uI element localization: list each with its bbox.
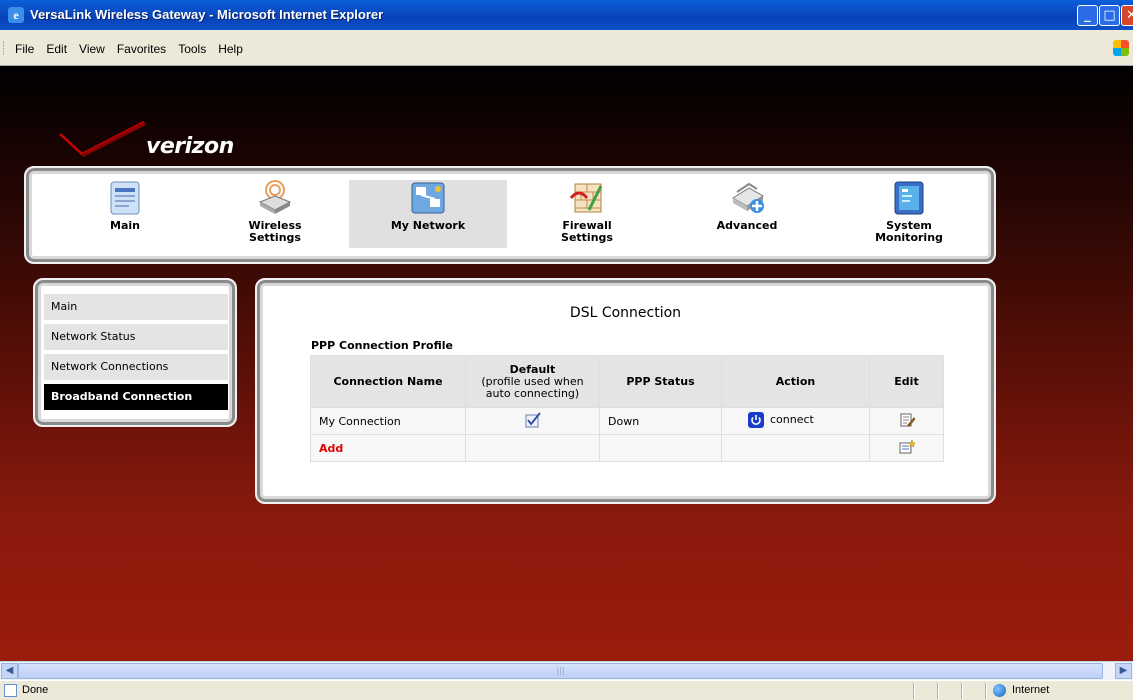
status-divider	[985, 683, 987, 699]
nav-main[interactable]: Main	[46, 180, 204, 248]
status-divider	[913, 683, 915, 699]
menu-tools[interactable]: Tools	[173, 42, 213, 56]
close-button[interactable]: ✕	[1121, 5, 1133, 26]
col-action: Action	[721, 355, 870, 408]
window-titlebar: e VersaLink Wireless Gateway - Microsoft…	[0, 0, 1133, 30]
sidebar-item-broadband-connection[interactable]: Broadband Connection	[44, 384, 228, 410]
table-row-add: Add	[310, 434, 944, 462]
menu-edit[interactable]: Edit	[41, 42, 74, 56]
nav-firewall-label: Firewall Settings	[561, 219, 613, 244]
security-zone: Internet	[1012, 684, 1050, 696]
power-icon[interactable]	[748, 411, 764, 428]
nav-advanced-label: Advanced	[716, 219, 778, 232]
system-monitor-icon	[891, 180, 927, 216]
verizon-wordmark: verizon	[146, 134, 234, 159]
nav-my-network-label: My Network	[390, 219, 466, 232]
connection-name-cell: My Connection	[310, 407, 466, 435]
col-connection-name: Connection Name	[310, 355, 466, 408]
add-new-icon[interactable]	[899, 438, 915, 455]
maximize-button[interactable]: □	[1099, 5, 1120, 26]
scroll-left-button[interactable]: ◀	[1, 663, 18, 679]
sidebar-item-main[interactable]: Main	[44, 294, 228, 320]
status-text: Done	[22, 684, 49, 696]
status-divider	[937, 683, 939, 699]
windows-logo-icon	[1113, 40, 1129, 56]
edit-cell	[869, 407, 944, 435]
ppp-status-cell: Down	[599, 407, 722, 435]
empty-cell	[465, 434, 600, 462]
scroll-right-button[interactable]: ▶	[1115, 663, 1132, 679]
main-content-panel: DSL Connection PPP Connection Profile Co…	[255, 278, 996, 504]
internet-globe-icon	[993, 684, 1006, 697]
col-edit: Edit	[869, 355, 944, 408]
status-bar: Done Internet	[0, 680, 1133, 700]
scrollbar-thumb[interactable]: |||	[18, 663, 1103, 679]
main-page-icon	[107, 180, 143, 216]
nav-system-monitoring[interactable]: System Monitoring	[830, 180, 988, 248]
advanced-scanner-icon	[729, 180, 765, 216]
empty-cell	[599, 434, 722, 462]
nav-main-label: Main	[110, 219, 140, 232]
col-default-sublabel: (profile used when auto connecting)	[481, 375, 584, 400]
col-ppp-status: PPP Status	[599, 355, 722, 408]
network-map-icon	[410, 180, 446, 216]
menu-help[interactable]: Help	[213, 42, 250, 56]
table-row: My Connection Down connect	[310, 407, 944, 435]
add-cell: Add	[310, 434, 466, 462]
checkbox-checked-icon[interactable]	[525, 411, 541, 428]
ppp-profile-table: Connection Name Default (profile used whe…	[310, 355, 944, 462]
nav-my-network[interactable]: My Network	[349, 180, 507, 248]
status-divider	[961, 683, 963, 699]
add-edit-cell	[869, 434, 944, 462]
table-header-row: Connection Name Default (profile used whe…	[310, 355, 944, 408]
col-default: Default (profile used when auto connectin…	[465, 355, 600, 408]
nav-wireless-settings[interactable]: Wireless Settings	[196, 180, 354, 248]
default-cell	[465, 407, 600, 435]
internet-explorer-icon: e	[8, 7, 24, 23]
window-title: VersaLink Wireless Gateway - Microsoft I…	[30, 7, 384, 22]
menu-file[interactable]: File	[10, 42, 41, 56]
page-title: DSL Connection	[569, 305, 682, 321]
page-content: verizon Main Wireless Settings My Networ…	[0, 66, 1133, 661]
page-done-icon	[4, 684, 17, 697]
toolbar-grip[interactable]	[3, 41, 7, 55]
nav-wireless-label: Wireless Settings	[248, 219, 302, 244]
nav-system-monitoring-label: System Monitoring	[875, 219, 943, 244]
horizontal-scrollbar[interactable]: ◀ ||| ▶	[0, 661, 1133, 680]
nav-advanced[interactable]: Advanced	[668, 180, 826, 248]
sidebar-item-network-connections[interactable]: Network Connections	[44, 354, 228, 380]
menu-favorites[interactable]: Favorites	[112, 42, 173, 56]
firewall-icon	[569, 180, 605, 216]
sidebar-item-network-status[interactable]: Network Status	[44, 324, 228, 350]
action-cell: connect	[721, 407, 870, 435]
top-navigation-panel: Main Wireless Settings My Network Firewa…	[24, 166, 996, 264]
empty-cell	[721, 434, 870, 462]
connect-action[interactable]: connect	[730, 411, 814, 428]
menu-bar: File Edit View Favorites Tools Help	[0, 30, 1133, 66]
add-link[interactable]: Add	[319, 442, 343, 455]
menu-view[interactable]: View	[74, 42, 112, 56]
nav-firewall-settings[interactable]: Firewall Settings	[508, 180, 666, 248]
connect-link[interactable]: connect	[770, 413, 814, 426]
wireless-router-icon	[257, 180, 293, 216]
edit-pencil-icon[interactable]	[899, 412, 916, 428]
verizon-logo: verizon	[58, 120, 248, 160]
minimize-button[interactable]: _	[1077, 5, 1098, 26]
sidebar-panel: Main Network Status Network Connections …	[33, 278, 237, 427]
table-caption: PPP Connection Profile	[311, 339, 453, 352]
